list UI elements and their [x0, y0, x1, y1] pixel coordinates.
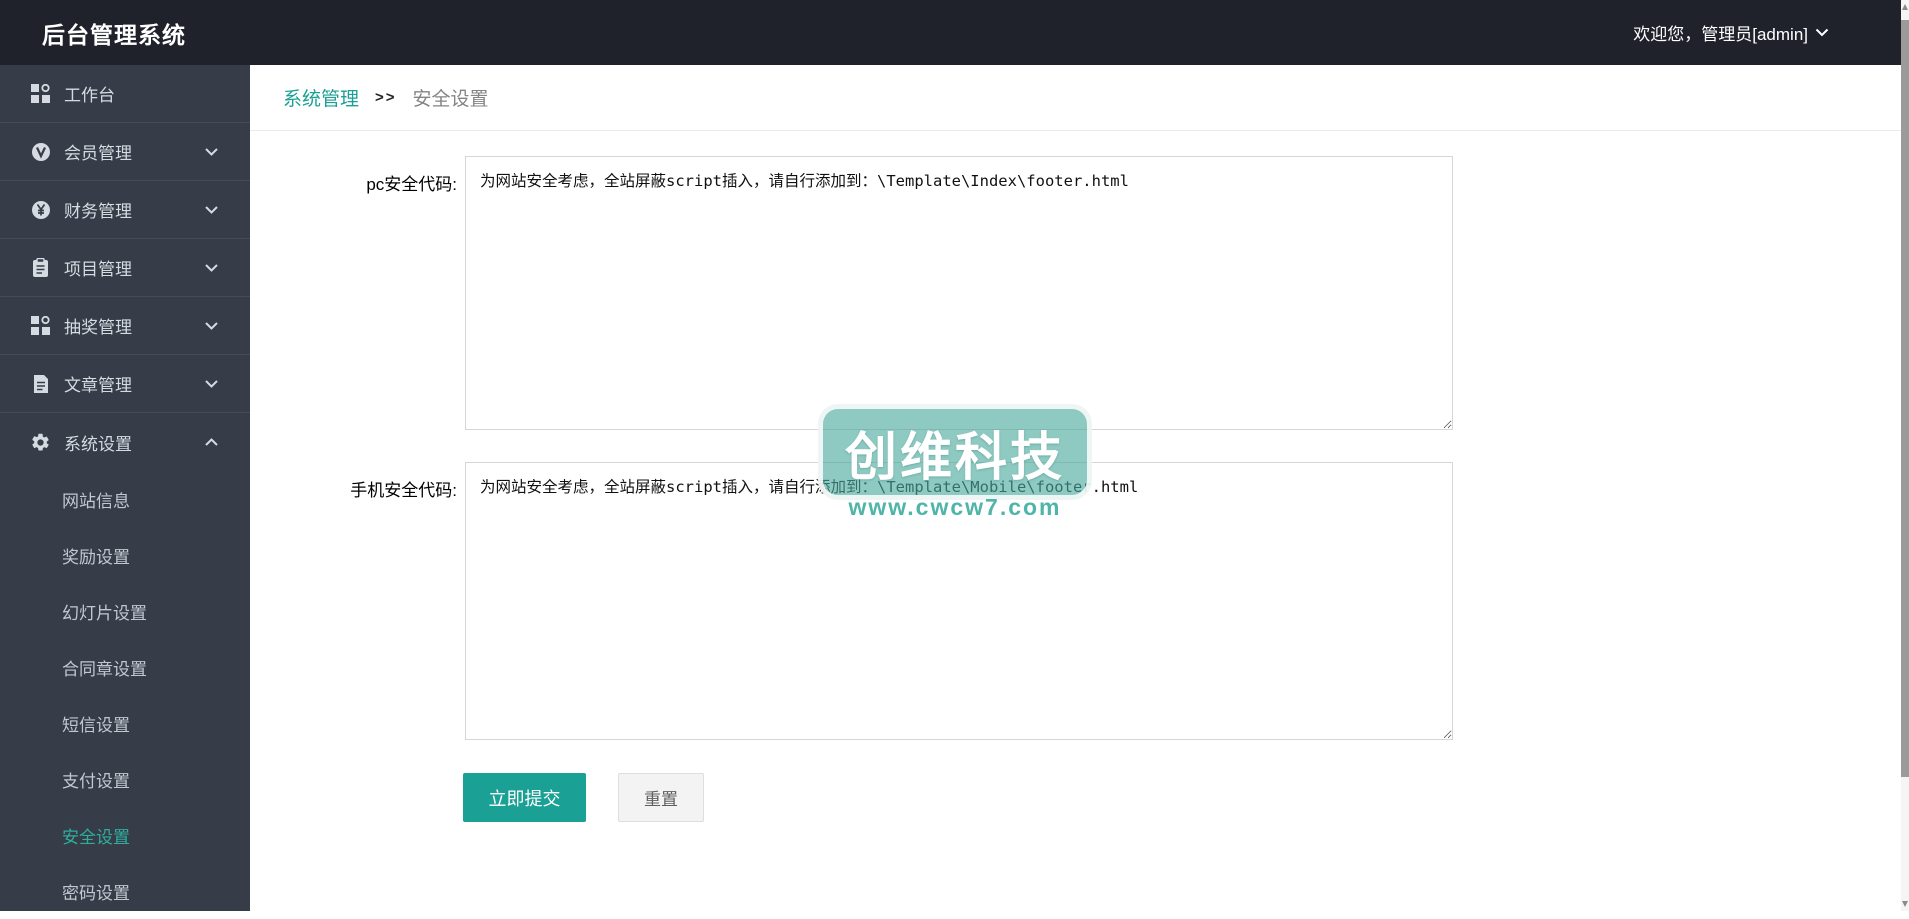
gear-icon — [30, 432, 51, 453]
reset-button[interactable]: 重置 — [618, 773, 704, 822]
sidebar-item-projects[interactable]: 项目管理 — [0, 239, 250, 297]
submenu-item-slideshow-settings[interactable]: 幻灯片设置 — [0, 583, 250, 639]
chevron-down-icon — [205, 205, 218, 214]
scrollbar-down-arrow-icon[interactable] — [1902, 901, 1908, 907]
breadcrumb-page: 安全设置 — [412, 89, 489, 110]
finance-yen-icon — [30, 199, 51, 220]
submenu-item-reward-settings[interactable]: 奖励设置 — [0, 527, 250, 583]
submenu-item-security-settings[interactable]: 安全设置 — [0, 807, 250, 863]
sidebar-item-system-settings[interactable]: 系统设置 — [0, 413, 250, 471]
system-settings-submenu: 网站信息 奖励设置 幻灯片设置 合同章设置 短信设置 支付设置 安全设置 密码设… — [0, 471, 250, 919]
lottery-grid-icon — [30, 315, 51, 336]
vertical-scrollbar[interactable] — [1901, 0, 1909, 911]
sidebar-item-label: 工作台 — [64, 86, 115, 105]
project-clipboard-icon — [30, 257, 51, 278]
article-doc-icon — [30, 373, 51, 394]
sidebar-item-finance[interactable]: 财务管理 — [0, 181, 250, 239]
top-header: 后台管理系统 欢迎您，管理员[admin] — [0, 0, 1901, 65]
sidebar-item-label: 财务管理 — [64, 202, 132, 221]
chevron-down-icon — [205, 147, 218, 156]
mobile-security-code-row: 手机安全代码: 为网站安全考虑，全站屏蔽script插入，请自行添加到：\Tem… — [250, 462, 1901, 740]
pc-security-code-textarea[interactable]: 为网站安全考虑，全站屏蔽script插入，请自行添加到：\Template\In… — [465, 156, 1453, 430]
submenu-item-contract-seal-settings[interactable]: 合同章设置 — [0, 639, 250, 695]
welcome-text: 欢迎您，管理员[admin] — [1633, 25, 1808, 44]
chevron-down-icon — [205, 263, 218, 272]
submit-button[interactable]: 立即提交 — [463, 773, 586, 822]
main-content: 系统管理 >> 安全设置 pc安全代码: 为网站安全考虑，全站屏蔽script插… — [250, 65, 1901, 911]
sidebar-item-label: 抽奖管理 — [64, 318, 132, 337]
member-circle-v-icon — [30, 141, 51, 162]
submenu-item-payment-settings[interactable]: 支付设置 — [0, 751, 250, 807]
sidebar-item-articles[interactable]: 文章管理 — [0, 355, 250, 413]
mobile-security-code-textarea[interactable]: 为网站安全考虑，全站屏蔽script插入，请自行添加到：\Template\Mo… — [465, 462, 1453, 740]
mobile-security-code-label: 手机安全代码: — [350, 481, 457, 500]
form-actions: 立即提交 重置 — [463, 773, 1901, 822]
app-title: 后台管理系统 — [42, 21, 186, 48]
pc-security-code-row: pc安全代码: 为网站安全考虑，全站屏蔽script插入，请自行添加到：\Tem… — [250, 156, 1901, 430]
submenu-item-sms-settings[interactable]: 短信设置 — [0, 695, 250, 751]
sidebar-item-workbench[interactable]: 工作台 — [0, 65, 250, 123]
breadcrumb-separator: >> — [375, 89, 397, 106]
pc-security-code-label: pc安全代码: — [366, 175, 457, 194]
user-menu[interactable]: 欢迎您，管理员[admin] — [1633, 20, 1829, 45]
security-settings-form: pc安全代码: 为网站安全考虑，全站屏蔽script插入，请自行添加到：\Tem… — [250, 131, 1901, 822]
sidebar-item-lottery[interactable]: 抽奖管理 — [0, 297, 250, 355]
chevron-down-icon — [205, 321, 218, 330]
scrollbar-up-arrow-icon[interactable] — [1902, 4, 1908, 10]
sidebar-nav: 工作台 会员管理 财务管理 项目管理 抽奖管理 文章管理 系统设置 网站信息 奖… — [0, 65, 250, 911]
workbench-grid-icon — [30, 83, 51, 104]
sidebar-item-label: 会员管理 — [64, 144, 132, 163]
submenu-item-site-info[interactable]: 网站信息 — [0, 471, 250, 527]
sidebar-item-members[interactable]: 会员管理 — [0, 123, 250, 181]
chevron-down-icon — [205, 379, 218, 388]
breadcrumb: 系统管理 >> 安全设置 — [250, 65, 1901, 131]
sidebar-item-label: 文章管理 — [64, 376, 132, 395]
scrollbar-thumb[interactable] — [1901, 20, 1909, 777]
sidebar-item-label: 系统设置 — [64, 434, 132, 454]
chevron-up-icon — [205, 438, 218, 446]
sidebar-item-label: 项目管理 — [64, 260, 132, 279]
chevron-down-icon — [1815, 28, 1829, 37]
breadcrumb-section[interactable]: 系统管理 — [283, 84, 359, 111]
